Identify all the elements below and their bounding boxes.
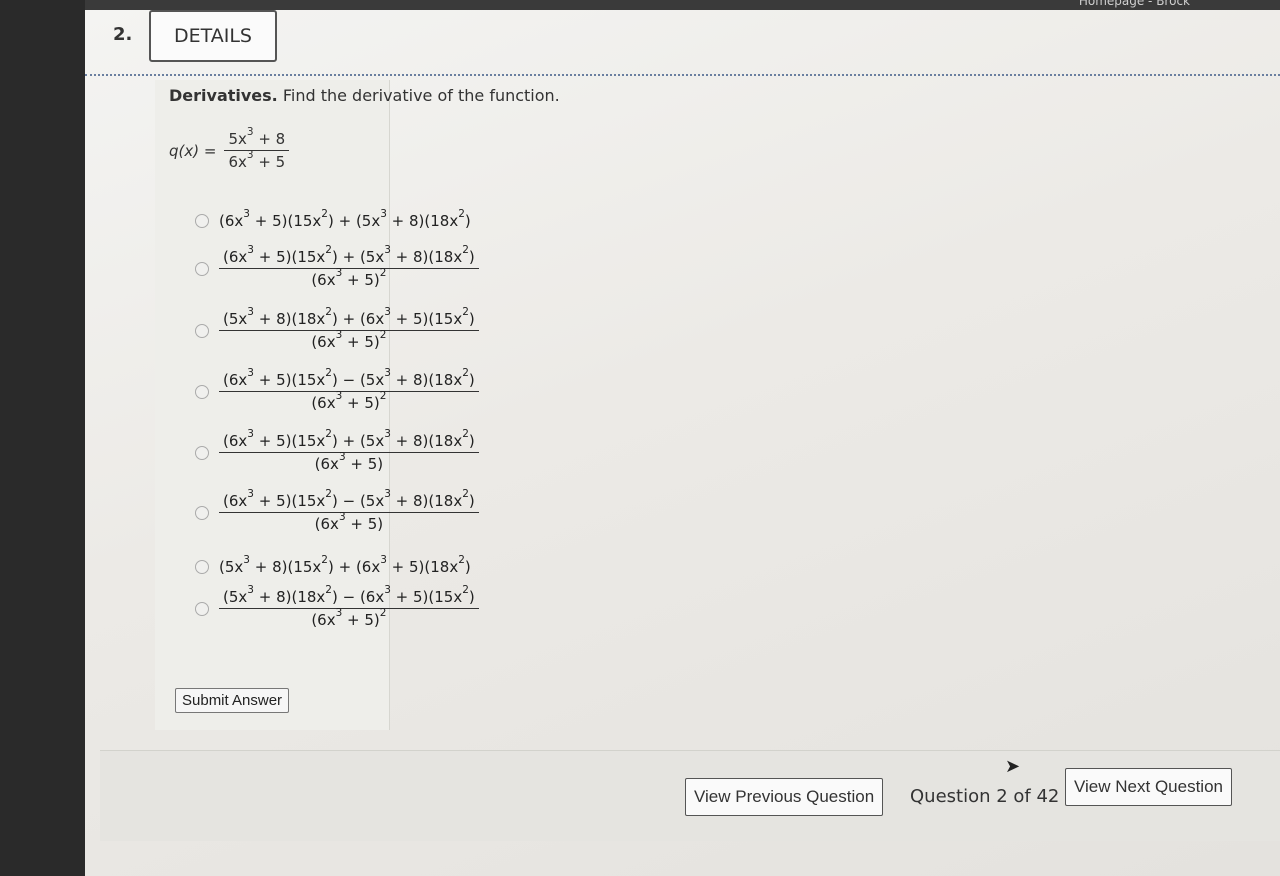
option-expression: (6x3 + 5)(15x2) + (5x3 + 8)(18x2) (6x3 +… xyxy=(219,429,479,473)
top-bar: Homepage - Brock xyxy=(85,0,1280,10)
radio-button[interactable] xyxy=(195,445,209,460)
answer-option-4[interactable]: (6x3 + 5)(15x2) − (5x3 + 8)(18x2) (6x3 +… xyxy=(195,368,479,412)
screen: Homepage - Brock 2. DETAILS Derivatives.… xyxy=(85,0,1280,876)
radio-button[interactable] xyxy=(195,323,209,338)
mouse-cursor-icon: ➤ xyxy=(1005,756,1021,777)
option-expression: (6x3 + 5)(15x2) − (5x3 + 8)(18x2) (6x3 +… xyxy=(219,368,479,412)
divider xyxy=(85,74,1280,76)
details-button[interactable]: DETAILS xyxy=(149,10,277,62)
answer-option-7[interactable]: (5x3 + 8)(15x2) + (6x3 + 5)(18x2) xyxy=(195,553,471,576)
option-expression: (5x3 + 8)(18x2) − (6x3 + 5)(15x2) (6x3 +… xyxy=(219,585,479,629)
view-previous-question-button[interactable]: View Previous Question xyxy=(685,778,884,816)
answer-option-3[interactable]: (5x3 + 8)(18x2) + (6x3 + 5)(15x2) (6x3 +… xyxy=(195,307,479,351)
homepage-link[interactable]: Homepage - Brock xyxy=(1079,0,1190,8)
radio-button[interactable] xyxy=(195,505,209,520)
option-expression: (6x3 + 5)(15x2) + (5x3 + 8)(18x2) xyxy=(219,207,471,230)
radio-button[interactable] xyxy=(195,214,209,228)
submit-answer-button[interactable]: Submit Answer xyxy=(175,688,290,713)
radio-button[interactable] xyxy=(195,261,209,276)
question-prompt: Derivatives. Find the derivative of the … xyxy=(169,86,560,105)
option-expression: (6x3 + 5)(15x2) − (5x3 + 8)(18x2) (6x3 +… xyxy=(219,489,479,533)
option-expression: (6x3 + 5)(15x2) + (5x3 + 8)(18x2) (6x3 +… xyxy=(219,245,479,289)
answer-option-5[interactable]: (6x3 + 5)(15x2) + (5x3 + 8)(18x2) (6x3 +… xyxy=(195,429,479,473)
answer-option-1[interactable]: (6x3 + 5)(15x2) + (5x3 + 8)(18x2) xyxy=(195,207,471,230)
radio-button[interactable] xyxy=(195,560,209,574)
function-lhs: q(x) = xyxy=(169,141,217,160)
question-number: 2. xyxy=(113,24,133,45)
function-fraction: 5x3 + 8 6x3 + 5 xyxy=(224,127,290,171)
question-counter: Question 2 of 42 xyxy=(910,786,1060,807)
answer-option-6[interactable]: (6x3 + 5)(15x2) − (5x3 + 8)(18x2) (6x3 +… xyxy=(195,489,479,533)
prompt-topic: Derivatives. xyxy=(169,86,278,105)
answer-option-2[interactable]: (6x3 + 5)(15x2) + (5x3 + 8)(18x2) (6x3 +… xyxy=(195,245,479,289)
option-expression: (5x3 + 8)(15x2) + (6x3 + 5)(18x2) xyxy=(219,553,471,576)
answer-option-8[interactable]: (5x3 + 8)(18x2) − (6x3 + 5)(15x2) (6x3 +… xyxy=(195,585,479,629)
function-definition: q(x) = 5x3 + 8 6x3 + 5 xyxy=(169,127,290,171)
option-expression: (5x3 + 8)(18x2) + (6x3 + 5)(15x2) (6x3 +… xyxy=(219,307,479,351)
radio-button[interactable] xyxy=(195,601,209,616)
prompt-text: Find the derivative of the function. xyxy=(282,86,560,105)
radio-button[interactable] xyxy=(195,384,209,399)
view-next-question-button[interactable]: View Next Question xyxy=(1065,768,1232,806)
